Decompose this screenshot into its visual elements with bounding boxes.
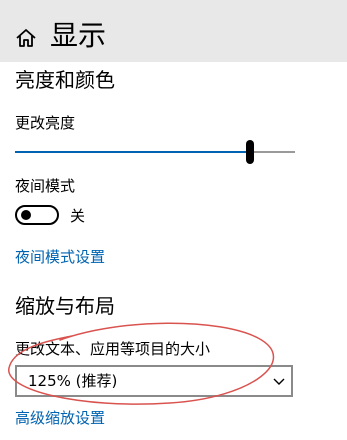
night-light-settings-link[interactable]: 夜间模式设置 [15,246,105,268]
scale-dropdown-value: 125% (推荐) [28,372,118,390]
slider-fill [15,151,250,153]
scale-dropdown[interactable]: 125% (推荐) [15,365,293,397]
scale-label: 更改文本、应用等项目的大小 [15,340,211,358]
chevron-down-icon [273,378,285,385]
section-title-brightness-color: 亮度和颜色 [15,68,115,92]
night-light-toggle[interactable] [15,205,59,225]
night-light-label: 夜间模式 [15,177,76,195]
home-icon[interactable] [15,27,37,49]
brightness-slider[interactable] [15,140,295,166]
toggle-knob [21,210,31,220]
night-light-state: 关 [70,207,86,225]
brightness-label: 更改亮度 [15,114,76,132]
section-title-scale-layout: 缩放与布局 [15,294,115,318]
slider-thumb[interactable] [246,140,254,164]
settings-header: 显示 [0,0,347,62]
page-title: 显示 [50,19,107,52]
advanced-scaling-link[interactable]: 高级缩放设置 [15,407,105,429]
